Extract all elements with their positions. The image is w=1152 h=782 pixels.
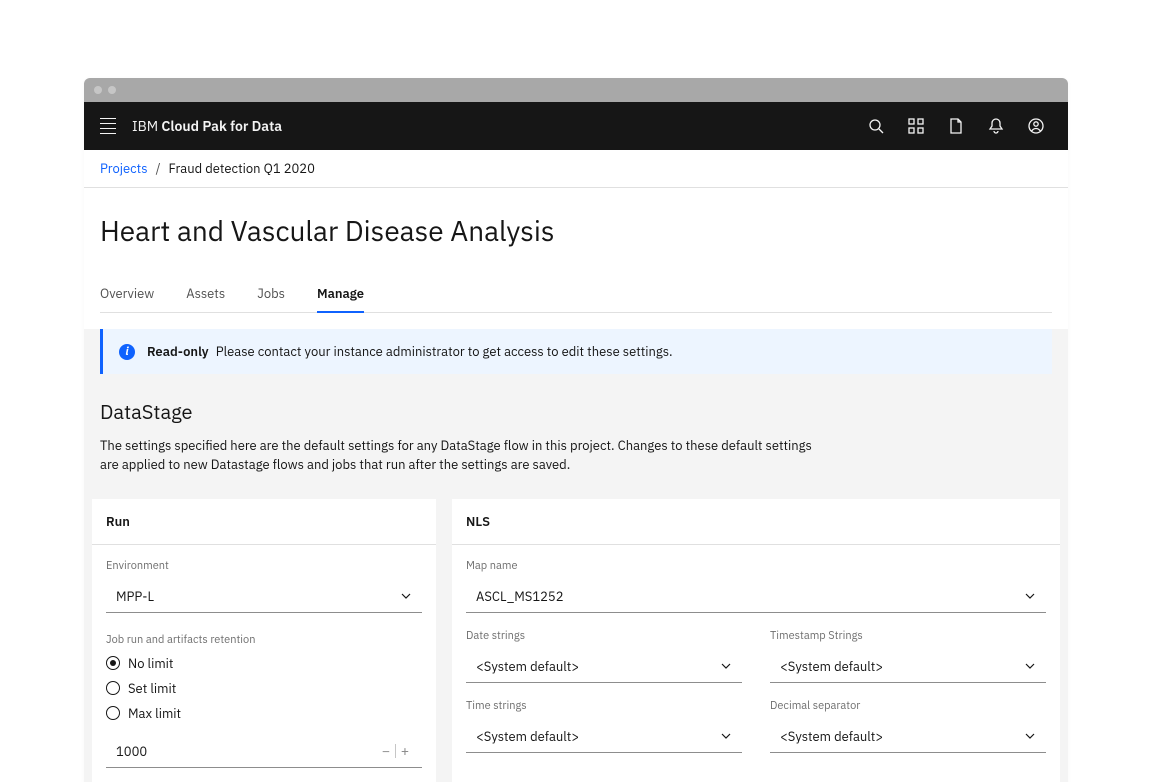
breadcrumb-root-link[interactable]: Projects	[100, 160, 148, 177]
breadcrumb-separator: /	[156, 160, 161, 177]
time-strings-value: <System default>	[476, 728, 579, 745]
map-name-value: ASCL_MS1252	[476, 588, 564, 605]
window-titlebar	[84, 78, 1068, 102]
chevron-down-icon	[400, 590, 412, 602]
environment-label: Environment	[106, 559, 422, 573]
document-icon[interactable]	[940, 110, 972, 142]
menu-icon[interactable]	[100, 118, 116, 134]
brand-prefix: IBM	[132, 117, 161, 135]
date-strings-value: <System default>	[476, 658, 579, 675]
timestamp-strings-select[interactable]: <System default>	[770, 651, 1046, 683]
environment-value: MPP-L	[116, 588, 154, 605]
readonly-alert: i Read-only Please contact your instance…	[100, 329, 1052, 374]
map-name-select[interactable]: ASCL_MS1252	[466, 581, 1046, 613]
chevron-down-icon	[1024, 730, 1036, 742]
tab-assets[interactable]: Assets	[186, 285, 225, 312]
radio-max-limit[interactable]: Max limit	[106, 705, 422, 722]
chevron-down-icon	[1024, 590, 1036, 602]
alert-title: Read-only	[147, 343, 209, 360]
decimal-separator-label: Decimal separator	[770, 699, 1046, 713]
breadcrumb-current: Fraud detection Q1 2020	[169, 160, 315, 177]
window-dot	[108, 86, 116, 94]
nls-panel-title: NLS	[452, 499, 1060, 545]
date-strings-select[interactable]: <System default>	[466, 651, 742, 683]
bell-icon[interactable]	[980, 110, 1012, 142]
search-icon[interactable]	[860, 110, 892, 142]
timestamp-strings-value: <System default>	[780, 658, 883, 675]
timestamp-strings-label: Timestamp Strings	[770, 629, 1046, 643]
decimal-separator-value: <System default>	[780, 728, 883, 745]
radio-icon	[106, 706, 120, 720]
window-dot	[94, 86, 102, 94]
alert-body: Please contact your instance administrat…	[216, 343, 673, 360]
apps-icon[interactable]	[900, 110, 932, 142]
info-icon: i	[119, 344, 135, 360]
increment-button[interactable]: +	[396, 742, 414, 760]
app-header: IBM Cloud Pak for Data	[84, 102, 1068, 150]
map-name-label: Map name	[466, 559, 1046, 573]
tabs: Overview Assets Jobs Manage	[100, 285, 1052, 313]
section-title: DataStage	[100, 398, 1052, 425]
chevron-down-icon	[720, 660, 732, 672]
retention-label: Job run and artifacts retention	[106, 633, 422, 647]
radio-label: Set limit	[128, 680, 176, 697]
decrement-button[interactable]: −	[377, 742, 395, 760]
environment-select[interactable]: MPP-L	[106, 581, 422, 613]
time-strings-label: Time strings	[466, 699, 742, 713]
tab-jobs[interactable]: Jobs	[257, 285, 285, 312]
run-panel-title: Run	[92, 499, 436, 545]
time-strings-select[interactable]: <System default>	[466, 721, 742, 753]
radio-no-limit[interactable]: No limit	[106, 655, 422, 672]
nls-panel: NLS Map name ASCL_MS1252 Date strings	[452, 499, 1060, 782]
user-icon[interactable]	[1020, 110, 1052, 142]
chevron-down-icon	[720, 730, 732, 742]
page-title: Heart and Vascular Disease Analysis	[100, 212, 1052, 249]
radio-icon	[106, 681, 120, 695]
limit-number-input[interactable]: 1000 − +	[106, 736, 422, 768]
section-description: The settings specified here are the defa…	[100, 437, 820, 475]
radio-icon	[106, 656, 120, 670]
run-panel: Run Environment MPP-L Job run and artifa…	[92, 499, 436, 782]
radio-set-limit[interactable]: Set limit	[106, 680, 422, 697]
tab-manage[interactable]: Manage	[317, 285, 364, 312]
chevron-down-icon	[1024, 660, 1036, 672]
limit-value: 1000	[116, 743, 377, 760]
date-strings-label: Date strings	[466, 629, 742, 643]
tab-overview[interactable]: Overview	[100, 285, 154, 312]
brand-product: Cloud Pak for Data	[161, 117, 282, 135]
radio-label: Max limit	[128, 705, 181, 722]
radio-label: No limit	[128, 655, 174, 672]
decimal-separator-select[interactable]: <System default>	[770, 721, 1046, 753]
breadcrumb: Projects / Fraud detection Q1 2020	[84, 150, 1068, 188]
brand-label: IBM Cloud Pak for Data	[132, 117, 282, 135]
